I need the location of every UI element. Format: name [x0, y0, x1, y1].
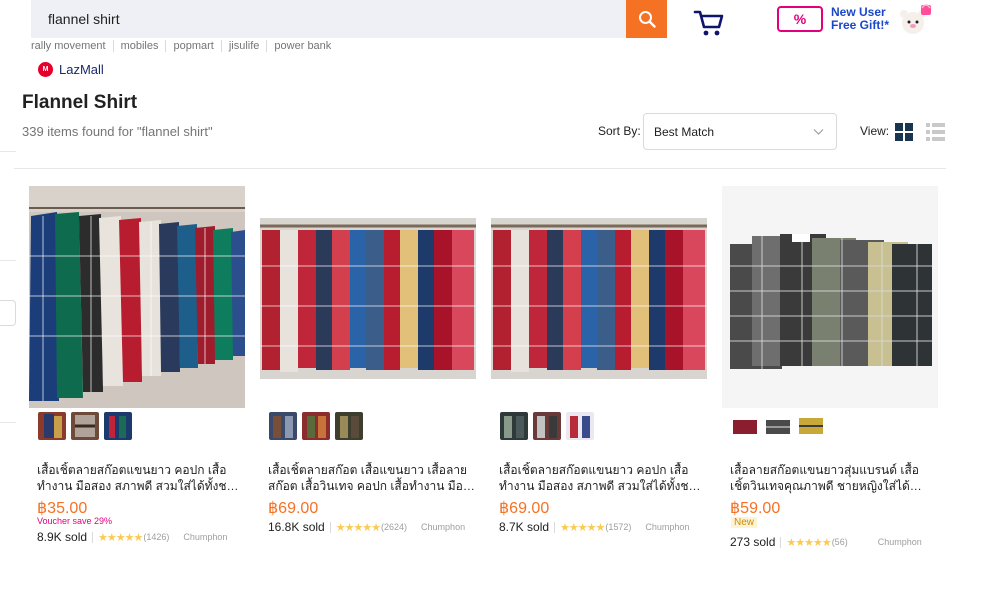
meta-divider — [780, 536, 782, 548]
product-image[interactable] — [29, 186, 245, 408]
view-label: View: — [860, 124, 890, 138]
product-title[interactable]: เสื้อเชิ้ตลายสก๊อต เสื้อแขนยาว เสื้อลายส… — [268, 462, 476, 494]
filter-checkbox[interactable] — [0, 300, 16, 326]
product-title[interactable]: เสื้อเชิ้ตลายสก๊อตแขนยาว คอปก เสื้อทำงาน… — [37, 462, 245, 494]
suggestion-keyword[interactable]: popmart — [165, 40, 220, 52]
variant-swatch[interactable] — [71, 412, 99, 440]
suggestion-keyword[interactable]: mobiles — [112, 40, 166, 52]
coupon-percent: % — [793, 11, 807, 27]
sort-select[interactable]: Best Match — [643, 113, 837, 150]
meta-divider — [92, 531, 94, 543]
rating-stars-icon: ★★★★★ — [786, 536, 831, 549]
filter-panel-edge — [0, 260, 16, 261]
seller-location: Chumphon — [877, 537, 922, 547]
seller-location: Chumphon — [421, 522, 466, 532]
variant-swatch[interactable] — [566, 412, 594, 440]
sold-count: 8.9K sold — [37, 530, 88, 544]
seller-location: Chumphon — [645, 522, 690, 532]
lazmall-filter[interactable]: M LazMall — [38, 62, 104, 77]
product-meta: 16.8K sold ★★★★★ (2624) Chumphon — [268, 520, 465, 534]
promo-line2: Free Gift!* — [831, 18, 890, 32]
product-meta: 8.7K sold ★★★★★ (1572) Chumphon — [499, 520, 689, 534]
variant-swatch[interactable] — [764, 412, 792, 440]
voucher-label: Voucher save 29% — [37, 516, 113, 526]
search-results-page: % New User Free Gift!* rally movement mo… — [0, 0, 990, 600]
header-divider — [14, 168, 946, 169]
variant-swatch[interactable] — [797, 412, 825, 440]
gift-mascot-icon — [895, 1, 935, 37]
product-price: ฿35.00 — [37, 500, 88, 517]
cart-icon — [693, 10, 724, 36]
chevron-down-icon — [813, 129, 824, 135]
lazmall-icon: M — [38, 62, 53, 77]
sort-selected-value: Best Match — [654, 124, 715, 139]
product-price: ฿69.00 — [268, 500, 319, 517]
lazmall-label: LazMall — [59, 62, 104, 77]
meta-divider — [554, 521, 556, 533]
new-user-promo[interactable]: % New User Free Gift!* — [777, 0, 947, 38]
search-box — [31, 0, 627, 38]
cart-button[interactable] — [693, 8, 725, 38]
product-meta: 273 sold ★★★★★ (56) Chumphon — [730, 535, 922, 549]
list-view-icon[interactable] — [926, 123, 945, 141]
product-image[interactable] — [260, 186, 476, 408]
variant-swatches — [269, 412, 363, 440]
review-count: (1426) — [143, 532, 170, 542]
rating-stars-icon: ★★★★★ — [335, 521, 381, 534]
product-title[interactable]: เสื้อลายสก๊อตแขนยาวสุ่มแบรนด์ เสื้อเชิ้ต… — [730, 462, 938, 494]
filter-panel-edge — [0, 151, 16, 152]
promo-text: New User Free Gift!* — [831, 6, 889, 32]
sold-count: 273 sold — [730, 535, 776, 549]
review-count: (1572) — [605, 522, 632, 532]
variant-swatch[interactable] — [302, 412, 330, 440]
variant-swatch[interactable] — [500, 412, 528, 440]
meta-divider — [329, 521, 331, 533]
product-card[interactable]: เสื้อลายสก๊อตแขนยาวสุ่มแบรนด์ เสื้อเชิ้ต… — [722, 186, 940, 556]
product-card[interactable]: เสื้อเชิ้ตลายสก๊อตแขนยาว คอปก เสื้อทำงาน… — [29, 186, 247, 556]
product-title[interactable]: เสื้อเชิ้ตลายสก๊อตแขนยาว คอปก เสื้อทำงาน… — [499, 462, 707, 494]
variant-swatch[interactable] — [38, 412, 66, 440]
review-count: (2624) — [381, 522, 408, 532]
product-image[interactable] — [722, 186, 938, 408]
rating-stars-icon: ★★★★★ — [560, 521, 605, 534]
coupon-icon: % — [777, 6, 823, 32]
variant-swatch[interactable] — [104, 412, 132, 440]
variant-swatch[interactable] — [335, 412, 363, 440]
sort-label: Sort By: — [598, 124, 641, 138]
search-button[interactable] — [626, 0, 667, 38]
product-image[interactable] — [491, 186, 707, 408]
search-input[interactable] — [31, 0, 627, 38]
grid-view-icon[interactable] — [895, 123, 913, 141]
sold-count: 8.7K sold — [499, 520, 550, 534]
product-card[interactable]: เสื้อเชิ้ตลายสก๊อต เสื้อแขนยาว เสื้อลายส… — [260, 186, 478, 556]
suggestion-keyword[interactable]: jisulife — [220, 40, 267, 52]
suggestion-keyword[interactable]: rally movement — [31, 40, 113, 52]
search-icon — [638, 11, 656, 28]
product-price: ฿59.00 — [730, 500, 781, 517]
review-count: (56) — [831, 537, 848, 547]
variant-swatch[interactable] — [533, 412, 561, 440]
variant-swatches — [38, 412, 132, 440]
rating-stars-icon: ★★★★★ — [98, 531, 143, 544]
sold-count: 16.8K sold — [268, 520, 325, 534]
filter-panel-edge — [0, 422, 16, 423]
search-suggestions: rally movement mobiles popmart jisulife … — [31, 39, 338, 53]
variant-swatch[interactable] — [269, 412, 297, 440]
variant-swatch[interactable] — [731, 412, 759, 440]
product-card[interactable]: เสื้อเชิ้ตลายสก๊อตแขนยาว คอปก เสื้อทำงาน… — [491, 186, 709, 556]
variant-swatches — [731, 412, 825, 440]
page-title: Flannel Shirt — [22, 92, 138, 113]
suggestion-keyword[interactable]: power bank — [266, 40, 338, 52]
new-badge: New — [731, 517, 758, 528]
seller-location: Chumphon — [183, 532, 228, 542]
product-price: ฿69.00 — [499, 500, 550, 517]
product-meta: 8.9K sold ★★★★★ (1426) Chumphon — [37, 530, 227, 544]
lazmall-icon-text: M — [42, 66, 49, 73]
result-count: 339 items found for "flannel shirt" — [22, 124, 213, 139]
variant-swatches — [500, 412, 594, 440]
